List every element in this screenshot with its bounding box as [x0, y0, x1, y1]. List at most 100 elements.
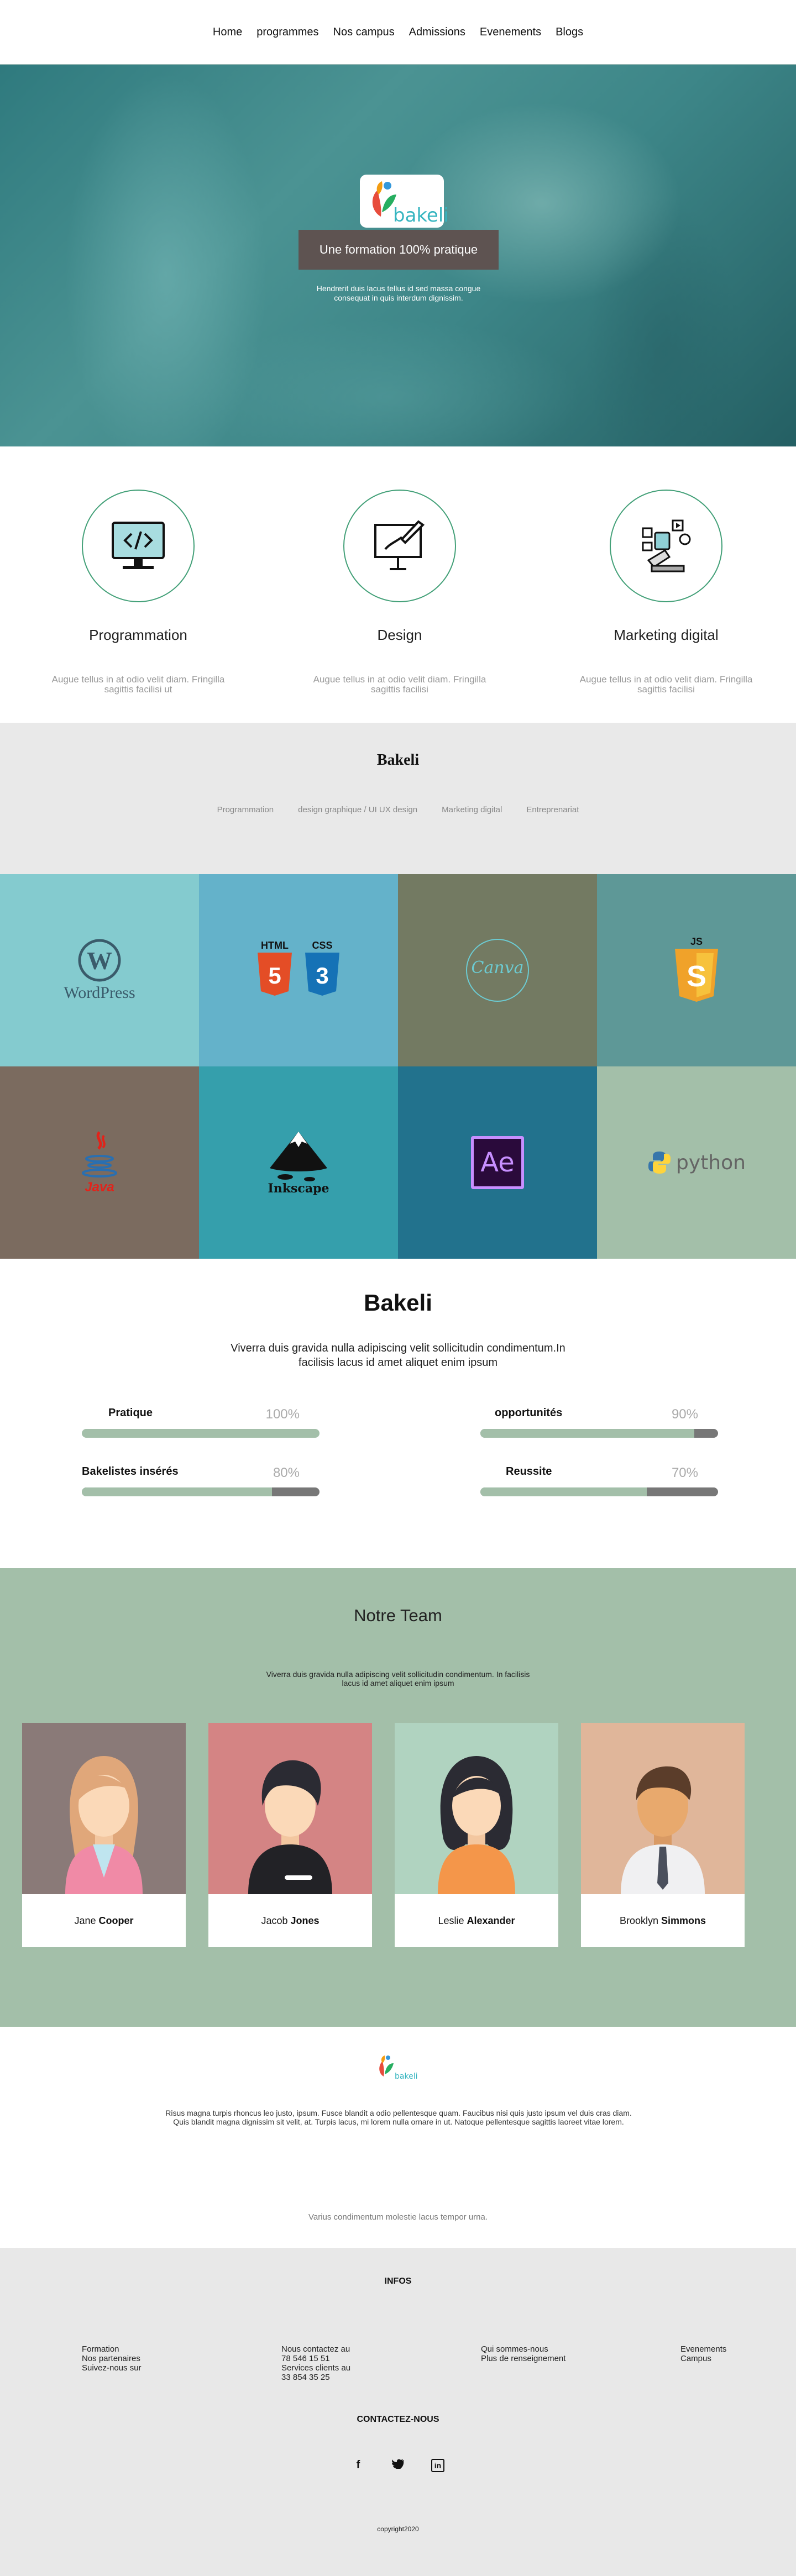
footer-link[interactable]: Qui sommes-nous [481, 2344, 565, 2354]
css3-icon: 3 [305, 953, 339, 996]
nav-evenements[interactable]: Evenements [480, 26, 541, 39]
service-marketing: Marketing digital Augue tellus in at odi… [572, 490, 760, 695]
last-name: Simmons [661, 1915, 706, 1926]
progress-percent: 100% [265, 1407, 300, 1422]
tile-canva[interactable]: Canva [398, 874, 597, 1066]
python-icon [648, 1152, 671, 1174]
svg-text:3: 3 [316, 963, 328, 989]
last-name: Alexander [467, 1915, 515, 1926]
bakeli-logo-small-icon: bakeli [379, 2055, 417, 2081]
service-title: Programmation [89, 627, 187, 643]
service-icon-circle [610, 490, 722, 602]
service-programmation: Programmation Augue tellus in at odio ve… [44, 490, 232, 695]
avatar-male-icon [621, 1766, 705, 1894]
team-card[interactable]: Brooklyn Simmons [581, 1723, 745, 1947]
tile-after-effects[interactable]: Ae [398, 1066, 597, 1259]
services-section: Programmation Augue tellus in at odio ve… [0, 446, 796, 723]
avatar-male-icon [248, 1760, 332, 1894]
first-name: Brooklyn [619, 1915, 658, 1926]
programs-tabs-section: Bakeli Programmation design graphique / … [0, 723, 796, 874]
hero-subtitle: Hendrerit duis lacus tellus id sed massa… [316, 284, 481, 302]
stats-title: Bakeli [364, 1290, 432, 1316]
after-effects-icon: Ae [471, 1136, 524, 1189]
javascript-icon: S [675, 948, 718, 1002]
tab-programmation[interactable]: Programmation [217, 805, 274, 814]
footer-link[interactable]: Suivez-nous sur [82, 2363, 142, 2373]
service-text: Augue tellus in at odio velit diam. Frin… [51, 674, 225, 695]
team-card[interactable]: Jacob Jones [208, 1723, 372, 1947]
svg-text:W: W [87, 947, 112, 975]
footer-link[interactable]: Campus [680, 2354, 726, 2363]
html5-logo: HTML 5 [255, 940, 294, 1001]
facebook-icon[interactable]: f [352, 2459, 365, 2472]
progress-label: Pratique [108, 1407, 153, 1419]
tile-python[interactable]: python [597, 1066, 796, 1259]
easel-brush-icon [374, 520, 425, 570]
progress-percent: 90% [671, 1407, 698, 1422]
footer-link[interactable]: Plus de renseignement [481, 2354, 565, 2363]
progress-label: Bakelistes insérés [82, 1465, 179, 1478]
service-title: Marketing digital [614, 627, 719, 643]
footer-col-contact: Nous contactez au 78 546 15 51 Services … [281, 2344, 350, 2382]
footer-link[interactable]: Nos partenaires [82, 2354, 142, 2363]
tab-design[interactable]: design graphique / UI UX design [298, 805, 417, 814]
footer-phone[interactable]: 33 854 35 25 [281, 2373, 350, 2382]
progress-percent: 80% [273, 1465, 300, 1480]
footer-link[interactable]: Evenements [680, 2344, 726, 2354]
first-name: Jane [74, 1915, 96, 1926]
linkedin-icon[interactable]: in [431, 2459, 444, 2472]
first-name: Leslie [438, 1915, 464, 1926]
inkscape-label: Inkscape [268, 1181, 329, 1196]
avatar [22, 1723, 186, 1894]
progress-fill [480, 1487, 647, 1496]
nav-home[interactable]: Home [213, 26, 242, 39]
tile-inkscape[interactable]: Inkscape [199, 1066, 398, 1259]
tile-html-css[interactable]: HTML 5 CSS 3 [199, 874, 398, 1066]
tile-java[interactable]: Java [0, 1066, 199, 1259]
html5-icon: 5 [258, 953, 292, 996]
twitter-icon[interactable] [391, 2459, 405, 2472]
progress-track [480, 1429, 718, 1438]
python-label: python [676, 1151, 746, 1174]
hero-badge: Une formation 100% pratique [298, 230, 499, 270]
nav-programmes[interactable]: programmes [256, 26, 318, 39]
first-name: Jacob [261, 1915, 288, 1926]
last-name: Jones [290, 1915, 320, 1926]
nav-nos-campus[interactable]: Nos campus [333, 26, 395, 39]
team-card[interactable]: Jane Cooper [22, 1723, 186, 1947]
footer: INFOS Formation Nos partenaires Suivez-n… [0, 2248, 796, 2576]
progress-fill [82, 1429, 320, 1438]
footer-col-about: Qui sommes-nous Plus de renseignement [481, 2344, 565, 2363]
java-icon [82, 1131, 117, 1177]
svg-text:S: S [687, 960, 706, 993]
team-card[interactable]: Leslie Alexander [395, 1723, 558, 1947]
progress-label: opportunités [495, 1407, 563, 1419]
bakeli-logo: bakeli [360, 175, 449, 228]
team-title: Notre Team [354, 1606, 442, 1625]
team-member-name: Jacob Jones [208, 1894, 372, 1947]
team-member-name: Leslie Alexander [395, 1894, 558, 1947]
avatar-female-icon [65, 1756, 143, 1894]
progress-track [82, 1487, 320, 1496]
nav-blogs[interactable]: Blogs [556, 26, 583, 39]
css3-logo: CSS 3 [303, 940, 342, 1001]
tab-marketing[interactable]: Marketing digital [442, 805, 502, 814]
progress-track [480, 1487, 718, 1496]
progress-percent: 70% [671, 1465, 698, 1480]
tile-javascript[interactable]: JS S [597, 874, 796, 1066]
footer-phone[interactable]: 78 546 15 51 [281, 2354, 350, 2363]
service-icon-circle [82, 490, 195, 602]
service-title: Design [377, 627, 422, 643]
tile-wordpress[interactable]: W WordPress [0, 874, 199, 1066]
progress-label: Reussite [506, 1465, 552, 1478]
avatar [581, 1723, 745, 1894]
progress-fill [82, 1487, 272, 1496]
nav-admissions[interactable]: Admissions [409, 26, 465, 39]
tab-entreprenariat[interactable]: Entreprenariat [526, 805, 579, 814]
footer-link[interactable]: Formation [82, 2344, 142, 2354]
top-navigation: Home programmes Nos campus Admissions Ev… [0, 0, 796, 65]
team-section: Notre Team Viverra duis gravida nulla ad… [0, 1568, 796, 2027]
team-member-name: Brooklyn Simmons [581, 1894, 745, 1947]
footer-text: Nous contactez au [281, 2344, 350, 2354]
stats-section: Bakeli Viverra duis gravida nulla adipis… [0, 1259, 796, 1568]
